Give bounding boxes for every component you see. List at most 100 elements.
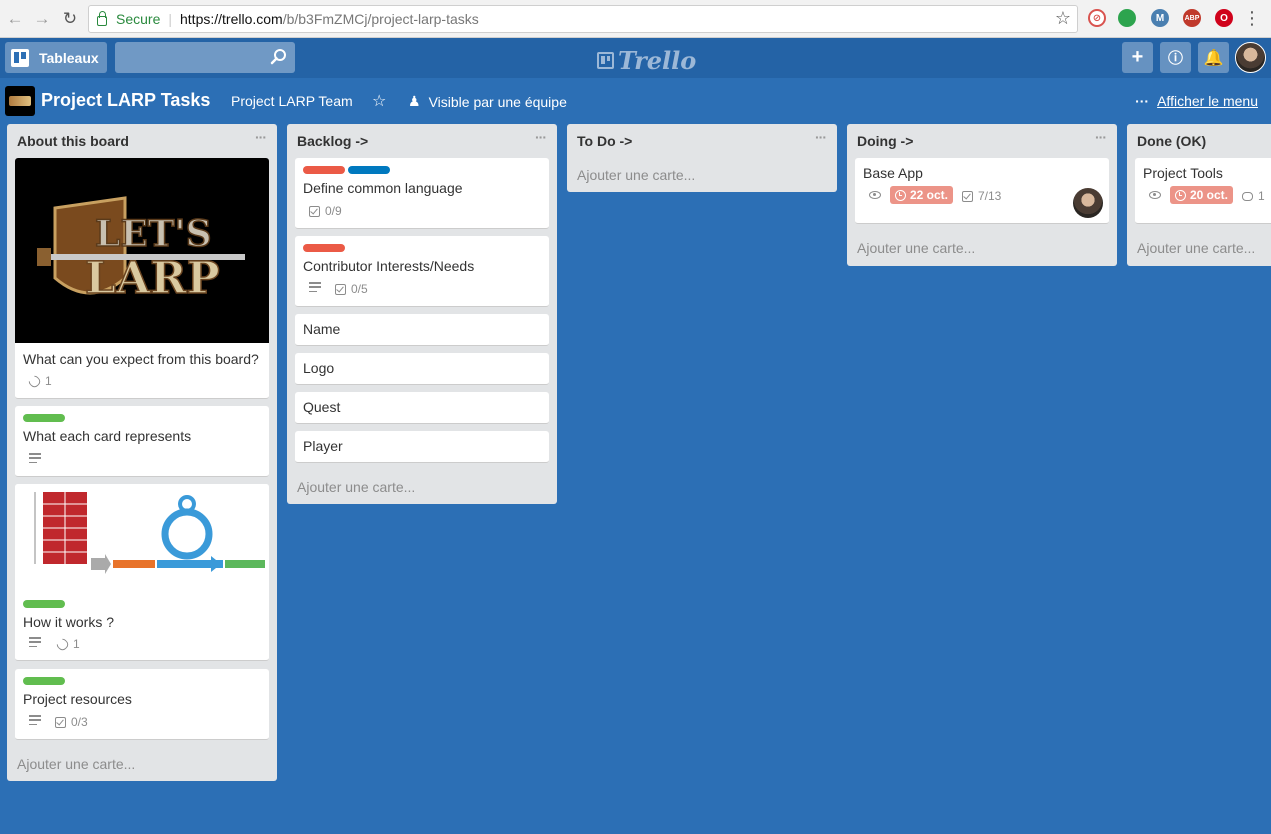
card-project-tools[interactable]: Project Tools 20 oct. 1 xyxy=(1135,158,1271,224)
add-card-button[interactable]: Ajouter une carte... xyxy=(297,479,415,495)
card-base-app[interactable]: Base App 22 oct. 7/13 xyxy=(855,158,1109,224)
list-title[interactable]: To Do -> xyxy=(577,133,632,149)
ext-abp-icon[interactable]: ABP xyxy=(1183,9,1201,27)
card-title: Quest xyxy=(303,399,341,415)
visibility-label: Visible par une équipe xyxy=(428,93,567,110)
card-name[interactable]: Name xyxy=(295,314,549,346)
list-title[interactable]: Backlog -> xyxy=(297,133,368,149)
user-avatar[interactable] xyxy=(1235,42,1266,73)
show-menu-label: Afficher le menu xyxy=(1157,93,1258,109)
description-badge xyxy=(29,715,41,725)
add-icon[interactable]: + xyxy=(1122,42,1153,73)
boards-button[interactable]: Tableaux xyxy=(5,42,107,73)
list-menu-icon[interactable]: ··· xyxy=(255,129,267,145)
info-icon[interactable]: ⓘ xyxy=(1160,42,1191,73)
attachment-count: 1 xyxy=(45,374,52,388)
member-avatar[interactable] xyxy=(1073,188,1103,218)
add-card-button[interactable]: Ajouter une carte... xyxy=(857,240,975,256)
card-project-resources[interactable]: Project resources 0/3 xyxy=(15,669,269,740)
list-doing: Doing -> ··· Base App 22 oct. 7/13 Ajout… xyxy=(847,124,1117,266)
description-badge xyxy=(29,637,41,647)
attachment-icon xyxy=(54,636,71,652)
comments-badge: 1 xyxy=(1242,189,1265,203)
team-visibility-icon: ♟ xyxy=(408,93,421,109)
reload-icon[interactable]: ↻ xyxy=(59,8,81,30)
board-title[interactable]: Project LARP Tasks xyxy=(41,90,210,111)
list-menu-icon[interactable]: ··· xyxy=(815,129,827,145)
description-badge xyxy=(29,453,41,463)
browser-toolbar: ← → ↻ Secure | https://trello.com/b/b3Fm… xyxy=(0,0,1271,38)
due-date-badge[interactable]: 22 oct. xyxy=(890,186,954,204)
secure-label: Secure xyxy=(116,11,161,27)
team-name[interactable]: Project LARP Team xyxy=(231,93,353,109)
label-red xyxy=(303,166,345,174)
chrome-menu-icon[interactable]: ⋮ xyxy=(1243,8,1261,29)
back-arrow-icon[interactable]: ← xyxy=(4,8,26,30)
card-player[interactable]: Player xyxy=(295,431,549,463)
card-what-each-card-represents[interactable]: What each card represents xyxy=(15,406,269,477)
url-path: /b/b3FmZMCj/project-larp-tasks xyxy=(282,11,479,27)
lets-larp-logo: LET'S LARP xyxy=(37,196,245,305)
description-icon xyxy=(309,282,321,292)
card-quest[interactable]: Quest xyxy=(295,392,549,424)
ext-opera-icon[interactable]: O xyxy=(1215,9,1233,27)
ext-m-icon[interactable]: M xyxy=(1151,9,1169,27)
add-card-button[interactable]: Ajouter une carte... xyxy=(577,167,695,183)
checklist-icon xyxy=(55,716,66,728)
ext-blocked-icon[interactable]: ⊘ xyxy=(1088,9,1106,27)
add-card-button[interactable]: Ajouter une carte... xyxy=(1137,240,1255,256)
card-title: Project resources xyxy=(23,691,132,707)
svg-text:LET'S: LET'S xyxy=(95,213,212,255)
checklist-badge: 0/9 xyxy=(309,204,342,218)
attachment-icon xyxy=(26,373,43,389)
due-date-badge[interactable]: 20 oct. xyxy=(1170,186,1234,204)
card-how-it-works[interactable]: How it works ? 1 xyxy=(15,484,269,661)
watching-badge xyxy=(869,191,881,199)
due-date: 22 oct. xyxy=(910,188,949,202)
search-icon[interactable] xyxy=(270,48,288,66)
list-title[interactable]: About this board xyxy=(17,133,129,149)
label-green xyxy=(23,600,65,608)
due-date: 20 oct. xyxy=(1190,188,1229,202)
comment-count: 1 xyxy=(1258,189,1265,203)
card-logo[interactable]: Logo xyxy=(295,353,549,385)
star-icon[interactable]: ☆ xyxy=(372,91,386,111)
checklist-count: 0/9 xyxy=(325,204,342,218)
bookmark-star-icon[interactable]: ☆ xyxy=(1055,8,1071,29)
description-icon xyxy=(29,715,41,725)
description-icon xyxy=(29,453,41,463)
trello-logo[interactable]: Trello xyxy=(597,46,696,75)
list-menu-icon[interactable]: ··· xyxy=(535,129,547,145)
address-bar[interactable]: Secure | https://trello.com/b/b3FmZMCj/p… xyxy=(88,5,1078,33)
url-separator: | xyxy=(168,11,172,27)
boards-icon xyxy=(11,48,29,67)
card-title: Define common language xyxy=(303,180,463,196)
card-title: Name xyxy=(303,321,341,337)
notification-bell-icon[interactable]: 🔔 xyxy=(1198,42,1229,73)
card-title: Base App xyxy=(863,165,923,181)
add-card-button[interactable]: Ajouter une carte... xyxy=(17,756,135,772)
list-title[interactable]: Doing -> xyxy=(857,133,913,149)
ext-green-icon[interactable] xyxy=(1118,9,1136,27)
checklist-badge: 7/13 xyxy=(962,189,1001,203)
label-blue xyxy=(348,166,390,174)
card-title: What each card represents xyxy=(23,428,192,444)
visibility-button[interactable]: ♟ Visible par une équipe xyxy=(408,93,567,110)
show-menu-button[interactable]: ··· Afficher le menu xyxy=(1135,93,1258,109)
card-contributor-interests[interactable]: Contributor Interests/Needs 0/5 xyxy=(295,236,549,307)
card-define-common-language[interactable]: Define common language 0/9 xyxy=(295,158,549,229)
list-done: Done (OK) Project Tools 20 oct. 1 Ajoute… xyxy=(1127,124,1271,266)
forward-arrow-icon[interactable]: → xyxy=(31,8,53,30)
label-green xyxy=(23,414,65,422)
attachment-badge: 1 xyxy=(26,373,52,389)
clock-icon xyxy=(895,189,906,201)
checklist-icon xyxy=(962,190,973,202)
list-menu-icon[interactable]: ··· xyxy=(1095,129,1107,145)
card-what-can-you-expect[interactable]: LET'S LARP What can you expect from this… xyxy=(15,158,269,399)
boards-label: Tableaux xyxy=(39,49,99,66)
list-title[interactable]: Done (OK) xyxy=(1137,133,1206,149)
attachment-badge: 1 xyxy=(54,636,80,652)
search-input[interactable] xyxy=(115,42,295,73)
comment-icon xyxy=(1242,191,1253,201)
trello-logo-icon xyxy=(597,52,614,69)
